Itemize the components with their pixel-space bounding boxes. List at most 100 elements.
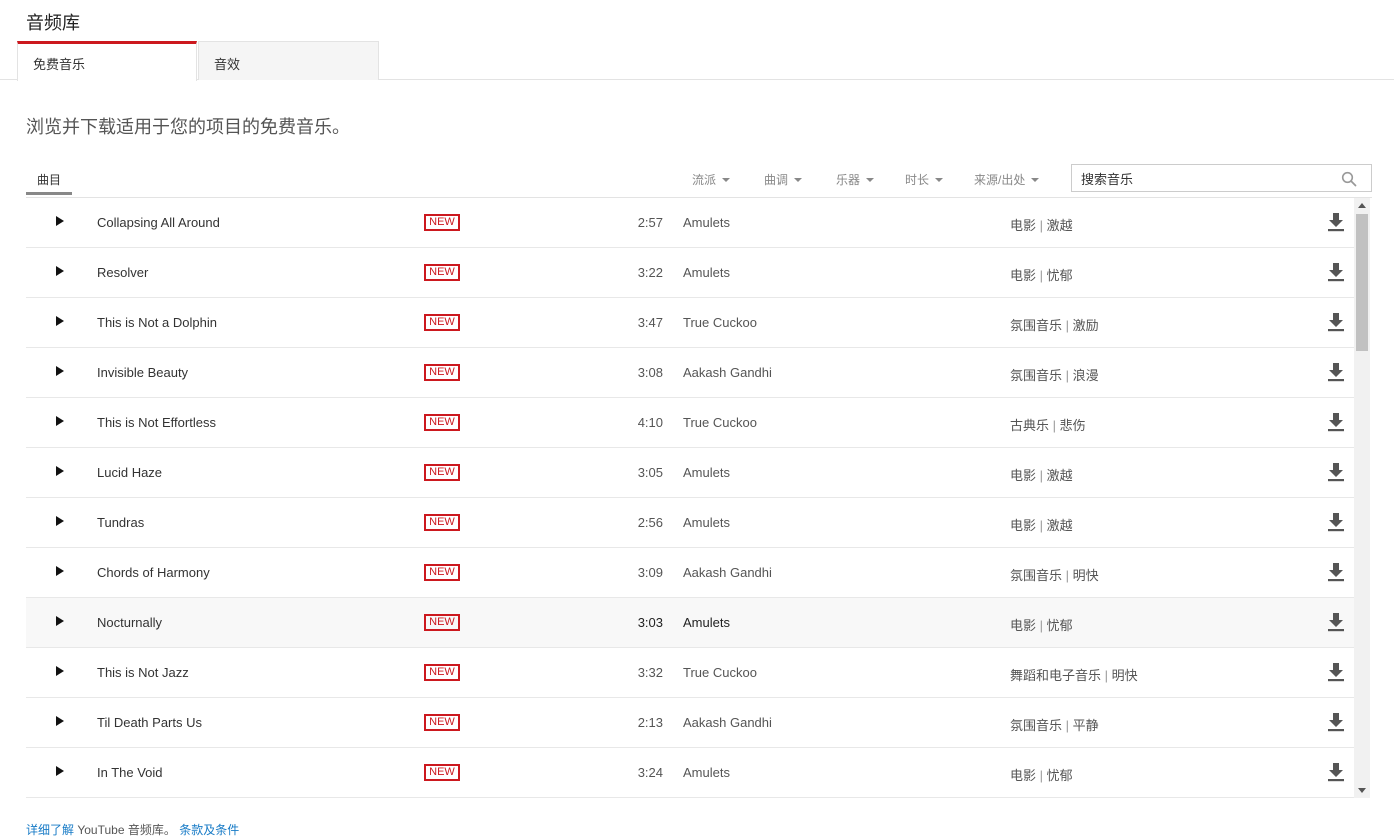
play-icon[interactable] bbox=[56, 466, 64, 476]
track-row[interactable]: Resolver NEW 3:22 Amulets 电影 | 忧郁 bbox=[26, 248, 1354, 298]
track-row[interactable]: Collapsing All Around NEW 2:57 Amulets 电影 | … bbox=[26, 198, 1354, 248]
track-row[interactable]: This is Not Jazz NEW 3:32 True Cuckoo 舞蹈和电子音… bbox=[26, 648, 1354, 698]
footer-text: YouTube 音频库。 bbox=[74, 823, 180, 837]
separator: | bbox=[1101, 668, 1112, 683]
track-mood: 忧郁 bbox=[1046, 618, 1073, 633]
download-icon[interactable] bbox=[1327, 462, 1345, 482]
track-artist: Aakash Gandhi bbox=[683, 715, 772, 730]
track-genre: 舞蹈和电子音乐 bbox=[1010, 668, 1102, 683]
new-badge: NEW bbox=[424, 214, 460, 231]
track-row[interactable]: This is Not a Dolphin NEW 3:47 True Cuckoo 氛… bbox=[26, 298, 1354, 348]
track-genre: 电影 bbox=[1010, 268, 1037, 283]
tab-sound-effects[interactable]: 音效 bbox=[198, 41, 379, 80]
download-icon[interactable] bbox=[1327, 362, 1345, 382]
track-genre-mood: 氛围音乐 | 浪漫 bbox=[1010, 365, 1099, 384]
download-icon[interactable] bbox=[1327, 712, 1345, 732]
track-duration: 3:03 bbox=[637, 615, 663, 630]
new-badge: NEW bbox=[424, 514, 460, 531]
play-icon[interactable] bbox=[56, 266, 64, 276]
track-genre-mood: 电影 | 忧郁 bbox=[1010, 615, 1073, 634]
chevron-down-icon bbox=[794, 178, 803, 182]
track-artist: Amulets bbox=[683, 515, 730, 530]
filter-attribution[interactable]: 来源/出处 bbox=[974, 171, 1040, 188]
track-duration: 3:05 bbox=[637, 465, 663, 480]
filter-mood-label: 曲调 bbox=[764, 173, 789, 187]
track-artist: True Cuckoo bbox=[683, 315, 757, 330]
separator: | bbox=[1062, 568, 1073, 583]
track-row[interactable]: Invisible Beauty NEW 3:08 Aakash Gandhi 氛围音乐… bbox=[26, 348, 1354, 398]
play-icon[interactable] bbox=[56, 566, 64, 576]
new-badge: NEW bbox=[424, 464, 460, 481]
track-artist: Amulets bbox=[683, 615, 730, 630]
track-duration: 2:13 bbox=[637, 715, 663, 730]
search-input[interactable] bbox=[1081, 170, 1331, 188]
page-description: 浏览并下载适用于您的项目的免费音乐。 bbox=[26, 117, 350, 137]
filter-genre-label: 流派 bbox=[692, 173, 717, 187]
filter-mood[interactable]: 曲调 bbox=[764, 171, 803, 188]
download-icon[interactable] bbox=[1327, 412, 1345, 432]
filter-duration[interactable]: 时长 bbox=[905, 171, 944, 188]
filter-genre[interactable]: 流派 bbox=[692, 171, 731, 188]
terms-link[interactable]: 条款及条件 bbox=[179, 823, 239, 837]
track-duration: 3:24 bbox=[637, 765, 663, 780]
track-genre-mood: 电影 | 忧郁 bbox=[1010, 765, 1073, 784]
scroll-up-arrow-icon[interactable] bbox=[1358, 203, 1366, 208]
search-icon[interactable] bbox=[1341, 171, 1357, 187]
play-icon[interactable] bbox=[56, 616, 64, 626]
track-row[interactable]: Lucid Haze NEW 3:05 Amulets 电影 | 激越 bbox=[26, 448, 1354, 498]
separator: | bbox=[1036, 518, 1047, 533]
track-artist: Aakash Gandhi bbox=[683, 365, 772, 380]
track-genre-mood: 舞蹈和电子音乐 | 明快 bbox=[1010, 665, 1138, 684]
chevron-down-icon bbox=[935, 178, 944, 182]
scrollbar-thumb[interactable] bbox=[1356, 214, 1368, 351]
play-icon[interactable] bbox=[56, 416, 64, 426]
download-icon[interactable] bbox=[1327, 562, 1345, 582]
learn-more-link[interactable]: 详细了解 bbox=[26, 823, 74, 837]
tab-tracks[interactable]: 曲目 bbox=[26, 162, 72, 195]
track-artist: Amulets bbox=[683, 215, 730, 230]
tab-free-music[interactable]: 免费音乐 bbox=[17, 41, 197, 81]
download-icon[interactable] bbox=[1327, 262, 1345, 282]
filter-attribution-label: 来源/出处 bbox=[974, 173, 1026, 187]
track-genre-mood: 电影 | 忧郁 bbox=[1010, 265, 1073, 284]
track-title: Til Death Parts Us bbox=[97, 715, 202, 730]
separator: | bbox=[1036, 768, 1047, 783]
track-genre: 电影 bbox=[1010, 768, 1037, 783]
track-row[interactable]: Tundras NEW 2:56 Amulets 电影 | 激越 bbox=[26, 498, 1354, 548]
scrollbar[interactable] bbox=[1354, 198, 1370, 798]
track-genre-mood: 氛围音乐 | 平静 bbox=[1010, 715, 1099, 734]
track-mood: 悲伤 bbox=[1059, 418, 1086, 433]
filter-instrument[interactable]: 乐器 bbox=[836, 171, 875, 188]
tab-bar: 免费音乐 音效 bbox=[0, 40, 1394, 81]
new-badge: NEW bbox=[424, 664, 460, 681]
new-badge: NEW bbox=[424, 414, 460, 431]
track-row[interactable]: Til Death Parts Us NEW 2:13 Aakash Gandhi 氛围… bbox=[26, 698, 1354, 748]
play-icon[interactable] bbox=[56, 366, 64, 376]
play-icon[interactable] bbox=[56, 666, 64, 676]
download-icon[interactable] bbox=[1327, 312, 1345, 332]
download-icon[interactable] bbox=[1327, 612, 1345, 632]
play-icon[interactable] bbox=[56, 766, 64, 776]
download-icon[interactable] bbox=[1327, 662, 1345, 682]
track-title: In The Void bbox=[97, 765, 163, 780]
separator: | bbox=[1062, 368, 1073, 383]
new-badge: NEW bbox=[424, 614, 460, 631]
new-badge: NEW bbox=[424, 364, 460, 381]
scroll-down-arrow-icon[interactable] bbox=[1358, 788, 1366, 793]
play-icon[interactable] bbox=[56, 216, 64, 226]
play-icon[interactable] bbox=[56, 316, 64, 326]
track-artist: Aakash Gandhi bbox=[683, 565, 772, 580]
track-row[interactable]: Nocturnally NEW 3:03 Amulets 电影 | 忧郁 bbox=[26, 598, 1354, 648]
track-row[interactable]: Chords of Harmony NEW 3:09 Aakash Gandhi 氛围音… bbox=[26, 548, 1354, 598]
download-icon[interactable] bbox=[1327, 212, 1345, 232]
track-mood: 激励 bbox=[1072, 318, 1099, 333]
play-icon[interactable] bbox=[56, 716, 64, 726]
track-row[interactable]: This is Not Effortless NEW 4:10 True Cuckoo… bbox=[26, 398, 1354, 448]
track-artist: True Cuckoo bbox=[683, 665, 757, 680]
track-row[interactable]: In The Void NEW 3:24 Amulets 电影 | 忧郁 bbox=[26, 748, 1354, 798]
download-icon[interactable] bbox=[1327, 762, 1345, 782]
download-icon[interactable] bbox=[1327, 512, 1345, 532]
track-duration: 3:47 bbox=[637, 315, 663, 330]
play-icon[interactable] bbox=[56, 516, 64, 526]
track-title: This is Not Effortless bbox=[97, 415, 216, 430]
